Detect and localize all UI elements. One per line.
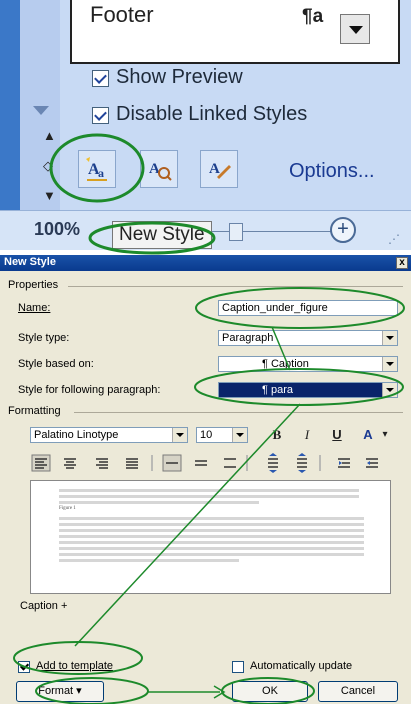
chevron-down-icon[interactable]	[382, 357, 397, 371]
svg-text:A: A	[209, 161, 220, 177]
preview-next-line	[59, 523, 364, 526]
formatting-divider	[74, 412, 403, 413]
chevron-down-icon[interactable]	[382, 331, 397, 345]
preview-prev-line	[59, 501, 259, 504]
show-preview-label: Show Preview	[116, 66, 243, 88]
size-value: 10	[200, 429, 213, 441]
pane-scroll-column	[20, 0, 60, 210]
chevron-down-icon[interactable]	[172, 428, 187, 442]
cancel-button[interactable]: Cancel	[318, 681, 398, 702]
italic-button[interactable]: I	[298, 427, 316, 443]
based-on-label: Style based on:	[18, 358, 94, 370]
style-inspector-icon[interactable]: A	[140, 150, 178, 188]
formatting-heading: Formatting	[8, 405, 61, 417]
preview-prev-line	[59, 495, 359, 498]
properties-divider	[68, 286, 403, 287]
font-select[interactable]: Palatino Linotype	[30, 427, 188, 443]
new-style-dialog: New Style x Properties Name: Caption_und…	[0, 255, 411, 704]
auto-update-label: Automatically update	[250, 660, 353, 672]
following-label: Style for following paragraph:	[18, 384, 161, 396]
preview-prev-line	[59, 489, 359, 492]
scroll-thumb-icon[interactable]: ◇	[43, 158, 53, 174]
show-preview-checkbox[interactable]	[92, 70, 109, 87]
add-to-template-label: Add to template	[36, 660, 114, 672]
ok-button[interactable]: OK	[232, 681, 308, 702]
auto-update-checkbox[interactable]	[232, 661, 244, 673]
underline-button[interactable]: U	[328, 427, 346, 443]
styles-pane: Footer ¶a Show Preview Disable Linked St…	[0, 0, 411, 250]
close-icon[interactable]: x	[396, 257, 408, 269]
disable-linked-styles-checkbox[interactable]	[92, 107, 109, 124]
based-on-value: ¶ Caption	[262, 358, 309, 370]
format-button[interactable]: Format ▾	[16, 681, 104, 702]
following-value: ¶ para	[262, 384, 293, 396]
preview-next-line	[59, 529, 364, 532]
preview-next-line	[59, 517, 364, 520]
alignment-icons[interactable]	[0, 452, 411, 476]
preview-next-line	[59, 559, 239, 562]
paragraph-mark-icon: ¶a	[302, 6, 324, 27]
style-type-label: Style type:	[18, 332, 70, 344]
scroll-top-icon[interactable]: ▲	[43, 128, 56, 143]
style-dropdown-button[interactable]	[340, 14, 370, 44]
following-select[interactable]: ¶ para	[218, 382, 398, 398]
options-link[interactable]: Options...	[289, 160, 375, 183]
dialog-title: New Style	[4, 256, 56, 268]
properties-heading: Properties	[8, 279, 59, 291]
style-description: Caption +	[20, 600, 68, 612]
preview-next-line	[59, 535, 364, 538]
add-to-template-checkbox[interactable]	[18, 661, 30, 673]
preview-sample: Figure 1	[59, 506, 76, 511]
name-field[interactable]: Caption_under_figure	[218, 300, 398, 316]
dialog-title-bar[interactable]: New Style x	[0, 255, 411, 271]
style-preview: Figure 1	[30, 480, 391, 594]
resize-grip-icon[interactable]: ⋰	[388, 232, 400, 246]
svg-text:a: a	[98, 166, 104, 180]
font-color-button[interactable]: A	[359, 427, 377, 443]
zoom-level[interactable]: 100%	[34, 219, 80, 240]
zoom-slider-thumb[interactable]	[229, 223, 243, 241]
style-type-value: Paragraph	[222, 332, 274, 344]
new-style-tooltip: New Style	[112, 221, 212, 249]
based-on-select[interactable]: ¶ Caption	[218, 356, 398, 372]
name-label: Name:	[18, 302, 51, 314]
style-item-footer[interactable]: Footer	[90, 2, 154, 28]
scroll-bottom-icon[interactable]: ▼	[43, 188, 56, 203]
preview-next-line	[59, 547, 364, 550]
manage-styles-icon[interactable]: A	[200, 150, 238, 188]
font-color-chevron-icon[interactable]: ▾	[376, 427, 394, 443]
style-type-select[interactable]: Paragraph	[218, 330, 398, 346]
size-select[interactable]: 10	[196, 427, 248, 443]
scroll-up-arrow-icon[interactable]	[33, 106, 49, 115]
chevron-down-icon[interactable]	[232, 428, 247, 442]
chevron-down-icon[interactable]	[382, 383, 397, 397]
preview-next-line	[59, 541, 364, 544]
new-style-icon[interactable]: A a	[78, 150, 116, 188]
font-value: Palatino Linotype	[34, 429, 119, 441]
zoom-in-icon[interactable]: +	[330, 217, 356, 243]
preview-next-line	[59, 553, 364, 556]
bold-button[interactable]: B	[268, 427, 286, 443]
disable-linked-styles-label: Disable Linked Styles	[116, 103, 308, 125]
